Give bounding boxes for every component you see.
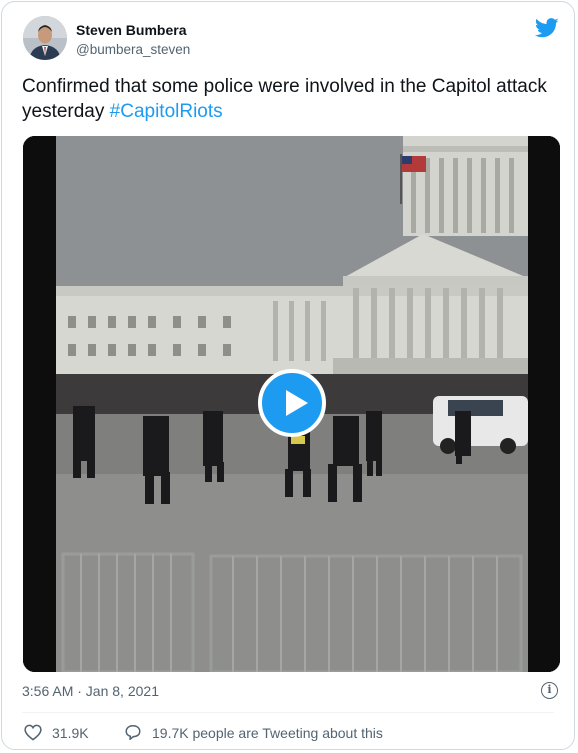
tweet-body: Confirmed that some police were involved… <box>22 76 547 122</box>
hashtag-link[interactable]: #CapitolRiots <box>110 101 223 122</box>
heart-icon <box>24 724 42 741</box>
speech-bubble-icon <box>125 725 141 740</box>
like-button[interactable]: 31.9K <box>24 724 89 741</box>
tweet-text: Confirmed that some police were involved… <box>22 74 552 124</box>
tweet-card: Steven Bumbera @bumbera_steven Confirmed… <box>1 1 575 750</box>
conversation-text: 19.7K people are Tweeting about this <box>152 724 383 741</box>
author-handle[interactable]: @bumbera_steven <box>76 42 190 57</box>
video-player[interactable] <box>23 136 560 672</box>
play-icon[interactable] <box>258 369 326 437</box>
info-icon[interactable]: i <box>541 682 558 699</box>
author-name[interactable]: Steven Bumbera <box>76 22 186 38</box>
conversation-link[interactable]: 19.7K people are Tweeting about this <box>124 724 383 741</box>
avatar[interactable] <box>23 16 67 60</box>
twitter-bird-icon[interactable] <box>534 17 559 39</box>
divider <box>22 712 554 713</box>
like-count: 31.9K <box>52 724 89 741</box>
tweet-timestamp[interactable]: 3:56 AM · Jan 8, 2021 <box>22 683 159 699</box>
